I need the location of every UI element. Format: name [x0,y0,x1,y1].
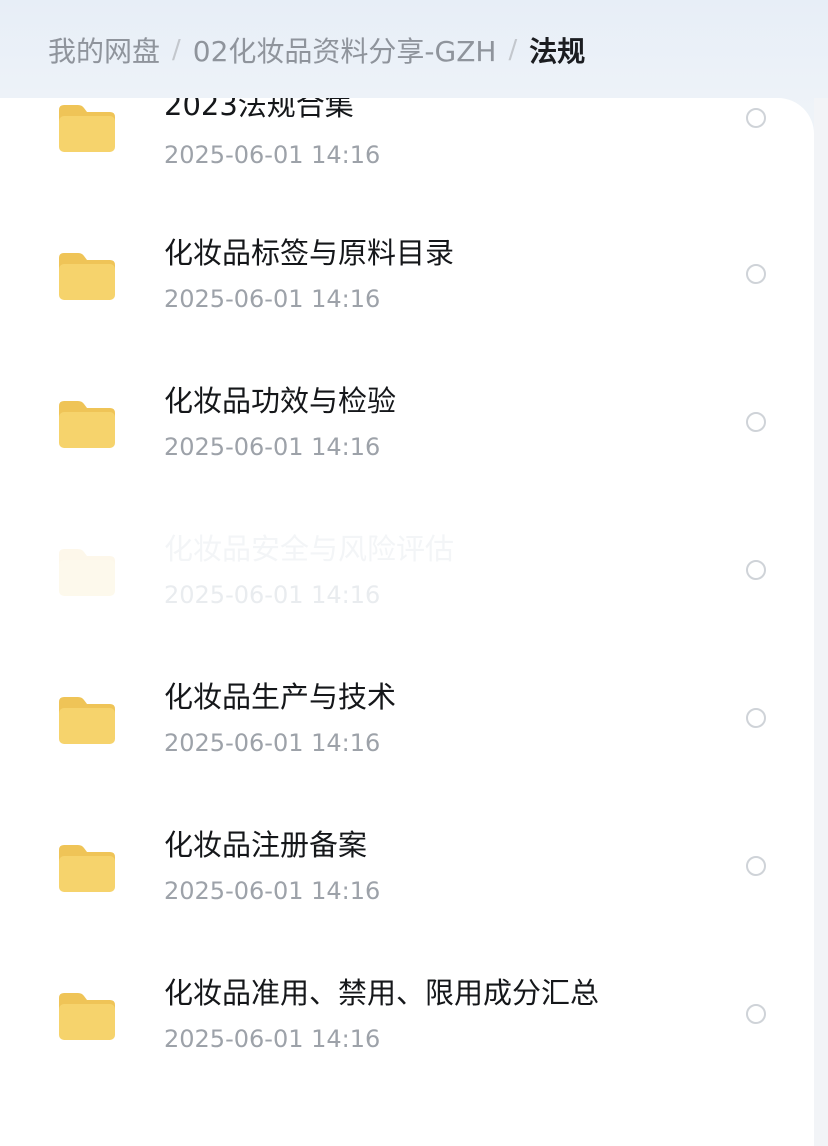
file-list-item[interactable]: 化妆品生产与技术 2025-06-01 14:16 [0,680,814,838]
breadcrumb-item-shared-folder[interactable]: 02化妆品资料分享-GZH [193,30,497,70]
breadcrumb: 我的网盘 / 02化妆品资料分享-GZH / 法规 [48,28,585,72]
folder-icon [59,105,115,152]
select-radio[interactable] [746,1004,766,1024]
select-radio[interactable] [746,264,766,284]
folder-icon [59,253,115,300]
file-date: 2025-06-01 14:16 [164,729,381,757]
file-name: 化妆品标签与原料目录 [164,236,455,270]
breadcrumb-current: 法规 [529,35,586,68]
file-name: 化妆品功效与检验 [164,384,397,418]
select-radio[interactable] [746,108,766,128]
folder-icon [59,401,115,448]
file-date: 2025-06-01 14:16 [164,877,381,905]
folder-icon [59,993,115,1040]
folder-icon [59,697,115,744]
select-radio[interactable] [746,856,766,876]
file-date: 2025-06-01 14:16 [164,581,381,609]
file-name: 化妆品准用、禁用、限用成分汇总 [164,976,600,1010]
file-list-item[interactable]: 2023法规合集 2025-06-01 14:16 [0,98,814,246]
folder-icon [59,549,115,596]
file-list: 2023法规合集 2025-06-01 14:16 化妆品标签与原料目录 202… [0,98,814,1146]
file-date: 2025-06-01 14:16 [164,141,381,169]
file-list-item[interactable]: 化妆品注册备案 2025-06-01 14:16 [0,828,814,986]
file-date: 2025-06-01 14:16 [164,285,381,313]
file-name: 2023法规合集 [164,98,354,122]
folder-icon [59,845,115,892]
breadcrumb-item-my-drive[interactable]: 我的网盘 [48,30,160,70]
file-list-item[interactable]: 化妆品安全与风险评估 2025-06-01 14:16 [0,532,814,690]
file-date: 2025-06-01 14:16 [164,1025,381,1053]
top-header: 我的网盘 / 02化妆品资料分享-GZH / 法规 [0,0,828,110]
breadcrumb-separator: / [508,35,518,65]
select-radio[interactable] [746,560,766,580]
select-radio[interactable] [746,708,766,728]
select-radio[interactable] [746,412,766,432]
file-name: 化妆品注册备案 [164,828,368,862]
file-name: 化妆品安全与风险评估 [164,532,455,566]
file-list-item[interactable]: 化妆品标签与原料目录 2025-06-01 14:16 [0,236,814,394]
file-date: 2025-06-01 14:16 [164,433,381,461]
edge-strip [814,98,828,1146]
breadcrumb-separator: / [172,35,181,65]
file-list-item[interactable]: 化妆品准用、禁用、限用成分汇总 2025-06-01 14:16 [0,976,814,1134]
file-list-item[interactable]: 化妆品功效与检验 2025-06-01 14:16 [0,384,814,542]
file-name: 化妆品生产与技术 [164,680,397,714]
